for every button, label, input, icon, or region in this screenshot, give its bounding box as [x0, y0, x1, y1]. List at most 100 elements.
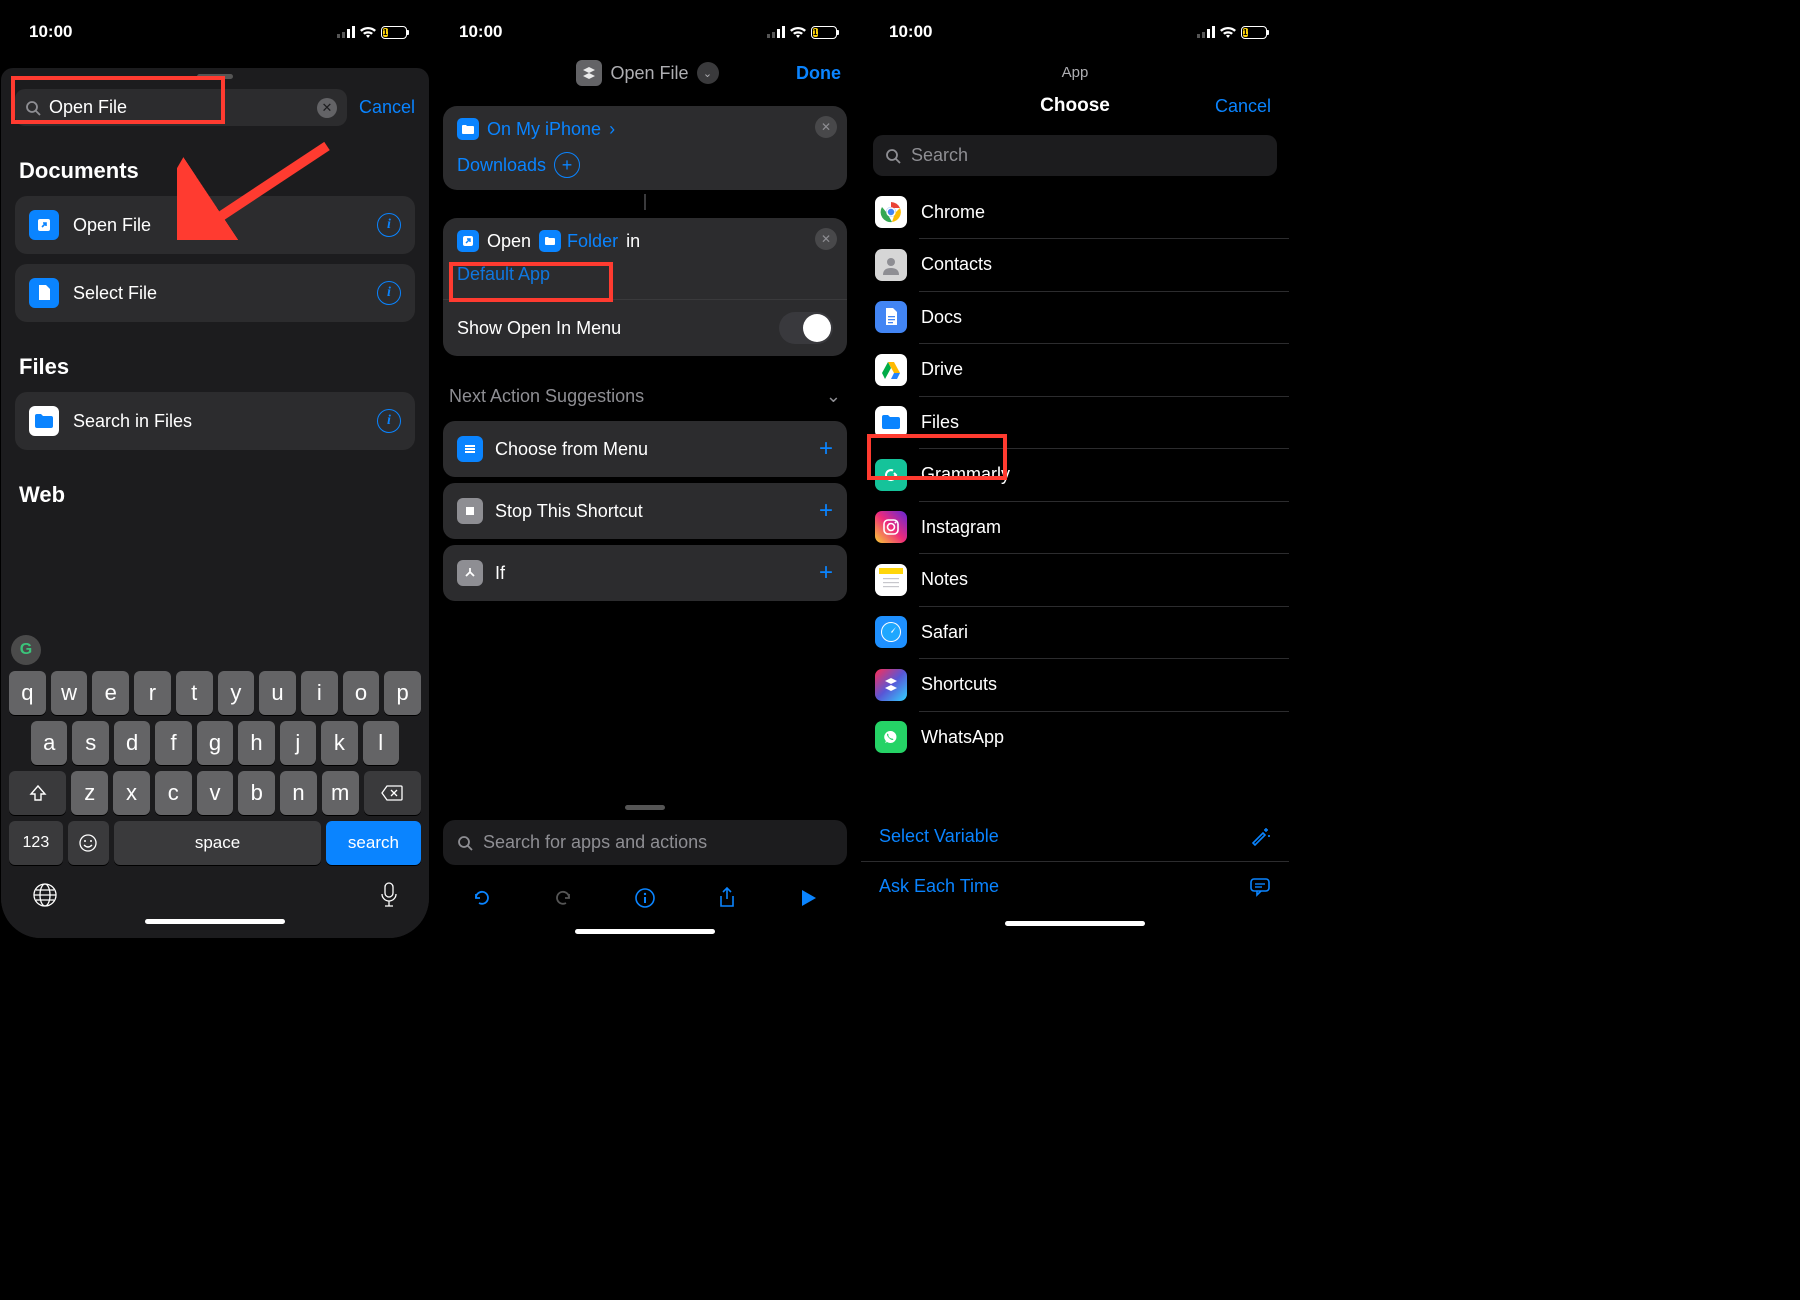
key-s[interactable]: s [72, 721, 108, 765]
emoji-key[interactable] [68, 821, 109, 865]
action-select-file[interactable]: Select File i [15, 264, 415, 322]
suggestion-stop-shortcut[interactable]: Stop This Shortcut + [443, 483, 847, 539]
done-button[interactable]: Done [796, 63, 841, 84]
close-icon[interactable]: ✕ [815, 116, 837, 138]
key-j[interactable]: j [280, 721, 316, 765]
share-icon[interactable] [710, 881, 744, 915]
numbers-key[interactable]: 123 [9, 821, 63, 865]
screenshot-3: 10:00 19 App Choose Cancel Search Chrome… [861, 10, 1289, 938]
app-row-notes[interactable]: Notes [861, 554, 1289, 606]
folder-icon [457, 118, 479, 140]
add-icon[interactable]: + [819, 497, 833, 525]
search-key[interactable]: search [326, 821, 421, 865]
shortcut-glyph-icon[interactable] [576, 60, 602, 86]
key-p[interactable]: p [384, 671, 421, 715]
key-o[interactable]: o [343, 671, 380, 715]
suggestion-choose-from-menu[interactable]: Choose from Menu + [443, 421, 847, 477]
status-bar: 10:00 19 [861, 10, 1289, 50]
key-b[interactable]: b [238, 771, 275, 815]
key-i[interactable]: i [301, 671, 338, 715]
cancel-button[interactable]: Cancel [359, 97, 415, 118]
app-label: Docs [921, 307, 962, 328]
key-u[interactable]: u [259, 671, 296, 715]
wifi-icon [789, 26, 807, 39]
key-h[interactable]: h [238, 721, 274, 765]
next-action-suggestions-header[interactable]: Next Action Suggestions ⌄ [431, 366, 859, 415]
folder-path-sub[interactable]: Downloads [457, 155, 546, 176]
info-icon[interactable]: i [377, 409, 401, 433]
key-x[interactable]: x [113, 771, 150, 815]
key-d[interactable]: d [114, 721, 150, 765]
chevron-right-icon: › [609, 119, 615, 140]
app-row-shortcuts[interactable]: Shortcuts [861, 659, 1289, 711]
action-open-file[interactable]: Open File i [15, 196, 415, 254]
action-search-in-files[interactable]: Search in Files i [15, 392, 415, 450]
keyboard[interactable]: G qwertyuiop asdfghjkl zxcvbnm 123 space… [1, 627, 429, 938]
add-path-button[interactable]: + [554, 152, 580, 178]
key-q[interactable]: q [9, 671, 46, 715]
ask-each-time-button[interactable]: Ask Each Time [861, 861, 1289, 911]
app-row-instagram[interactable]: Instagram [861, 501, 1289, 553]
key-n[interactable]: n [280, 771, 317, 815]
key-a[interactable]: a [31, 721, 67, 765]
app-row-docs[interactable]: Docs [861, 291, 1289, 343]
toggle-switch[interactable] [779, 312, 833, 344]
key-y[interactable]: y [218, 671, 255, 715]
battery-icon: 19 [811, 26, 837, 39]
instagram-icon [875, 511, 907, 543]
app-row-grammarly[interactable]: Grammarly [861, 449, 1289, 501]
key-z[interactable]: z [71, 771, 108, 815]
close-icon[interactable]: ✕ [815, 228, 837, 250]
info-icon[interactable] [628, 881, 662, 915]
key-k[interactable]: k [321, 721, 357, 765]
select-variable-button[interactable]: Select Variable [861, 811, 1289, 861]
key-v[interactable]: v [197, 771, 234, 815]
search-input[interactable]: Open File ✕ [15, 89, 347, 126]
grammarly-icon[interactable]: G [11, 635, 41, 665]
play-icon[interactable] [791, 881, 825, 915]
app-label: Shortcuts [921, 674, 997, 695]
chevron-down-icon[interactable]: ⌄ [697, 62, 719, 84]
key-f[interactable]: f [155, 721, 191, 765]
cancel-button[interactable]: Cancel [1215, 96, 1271, 117]
app-label: Safari [921, 622, 968, 643]
add-icon[interactable]: + [819, 435, 833, 463]
home-indicator[interactable] [575, 929, 715, 934]
action-search-input[interactable]: Search for apps and actions [443, 820, 847, 865]
key-r[interactable]: r [134, 671, 171, 715]
app-row-contacts[interactable]: Contacts [861, 239, 1289, 291]
sheet-grabber[interactable] [625, 805, 665, 810]
key-e[interactable]: e [92, 671, 129, 715]
sheet-grabber[interactable] [197, 74, 233, 79]
suggestion-if[interactable]: If + [443, 545, 847, 601]
key-m[interactable]: m [322, 771, 359, 815]
app-row-chrome[interactable]: Chrome [861, 186, 1289, 238]
key-g[interactable]: g [197, 721, 233, 765]
app-row-files[interactable]: Files [861, 396, 1289, 448]
app-row-drive[interactable]: Drive [861, 344, 1289, 396]
globe-icon[interactable] [31, 881, 59, 909]
undo-icon[interactable] [465, 881, 499, 915]
key-c[interactable]: c [155, 771, 192, 815]
backspace-key[interactable] [364, 771, 421, 815]
app-row-safari[interactable]: Safari [861, 606, 1289, 658]
home-indicator[interactable] [145, 919, 285, 924]
info-icon[interactable]: i [377, 281, 401, 305]
add-icon[interactable]: + [819, 559, 833, 587]
wifi-icon [1219, 26, 1237, 39]
files-app-icon [29, 406, 59, 436]
space-key[interactable]: space [114, 821, 321, 865]
folder-path-root[interactable]: On My iPhone [487, 119, 601, 140]
key-w[interactable]: w [51, 671, 88, 715]
home-indicator[interactable] [1005, 921, 1145, 926]
clear-icon[interactable]: ✕ [317, 98, 337, 118]
key-l[interactable]: l [363, 721, 399, 765]
mic-icon[interactable] [379, 881, 399, 909]
default-app-button[interactable]: Default App [457, 264, 550, 285]
app-row-whatsapp[interactable]: WhatsApp [861, 711, 1289, 763]
key-t[interactable]: t [176, 671, 213, 715]
info-icon[interactable]: i [377, 213, 401, 237]
shift-key[interactable] [9, 771, 66, 815]
app-search-input[interactable]: Search [873, 135, 1277, 176]
folder-variable[interactable]: Folder [539, 230, 618, 252]
